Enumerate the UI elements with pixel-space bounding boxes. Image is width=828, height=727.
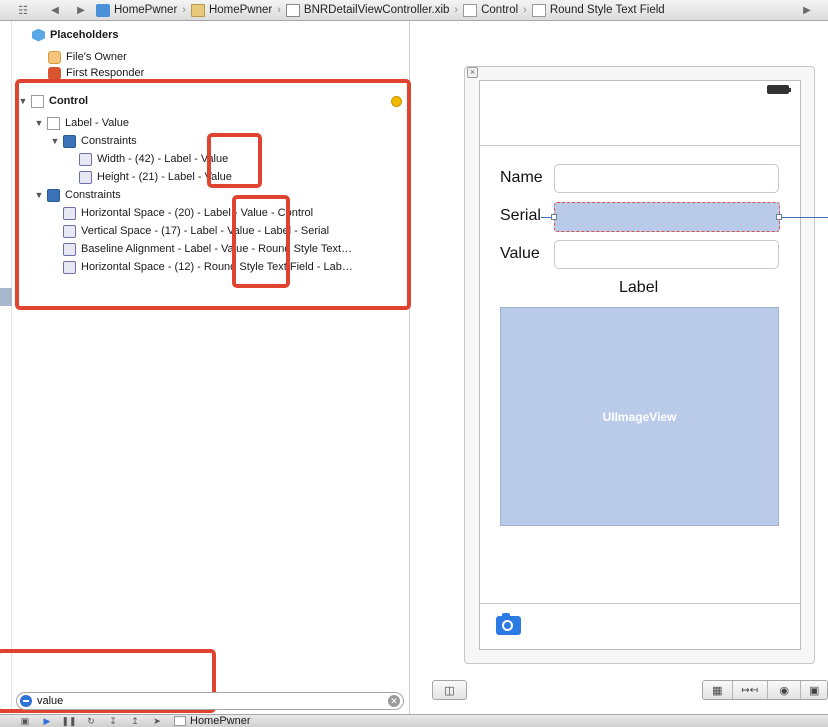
back-arrow-icon[interactable]: ◀ (48, 5, 62, 16)
battery-icon (767, 85, 791, 94)
sidebar-toggle-icon: ◫ (444, 684, 455, 697)
view-icon (531, 3, 546, 17)
image-view-label: UIImageView (602, 409, 677, 424)
name-label[interactable]: Name (500, 169, 543, 187)
toolbar-divider (480, 603, 800, 604)
outline-filter: ✕ (16, 692, 404, 710)
outline-item-first-responder[interactable]: First Responder (48, 67, 144, 79)
gutter-selection-marker (0, 288, 12, 306)
outline-item-files-owner[interactable]: File's Owner (48, 49, 127, 65)
date-label[interactable]: Label (619, 279, 658, 297)
filter-scope-icon[interactable] (20, 695, 32, 707)
view-icon (463, 3, 478, 17)
target-icon (174, 716, 186, 726)
breadcrumb-text-field[interactable]: Round Style Text Field (531, 3, 665, 17)
outline-toggle-button[interactable]: ◫ (432, 680, 467, 700)
camera-icon[interactable] (496, 613, 521, 635)
serial-label[interactable]: Serial (500, 207, 541, 225)
name-text-field[interactable] (554, 164, 779, 193)
callout-control-outline (15, 79, 411, 310)
value-text-field[interactable] (554, 240, 779, 269)
close-icon[interactable]: × (467, 67, 478, 78)
resizing-icon[interactable]: ▣ (801, 681, 827, 699)
jump-bar: ☷ ◀ ▶ HomePwner › HomePwner › BNRDetailV… (0, 0, 828, 21)
debug-bar: ▣ ▶ ❚❚ ↻ ↧ ↥ ➤ HomePwner (0, 714, 828, 727)
breadcrumb-project[interactable]: HomePwner (96, 3, 177, 17)
location-icon[interactable]: ➤ (146, 716, 168, 727)
xib-file-icon (285, 3, 300, 17)
chevron-right-icon: › (277, 4, 281, 16)
filter-input[interactable] (37, 695, 377, 707)
step-out-icon[interactable]: ↥ (124, 716, 146, 727)
step-over-icon[interactable]: ↻ (80, 716, 102, 727)
breakpoints-icon[interactable]: ▶ (36, 716, 58, 727)
chevron-right-icon: › (182, 4, 186, 16)
resolve-icon[interactable]: ◉ (768, 681, 802, 699)
resize-handle-left[interactable] (551, 214, 557, 220)
navigation-bar-divider (480, 145, 800, 146)
callout-value-constraints (232, 195, 290, 288)
chevron-right-icon: › (523, 4, 527, 16)
autolayout-controls: ▦ ↦↤ ◉ ▣ (702, 680, 828, 700)
outline-gutter (0, 21, 12, 714)
files-owner-icon (48, 50, 61, 64)
outline-item-placeholders[interactable]: Placeholders (32, 27, 118, 43)
align-icon[interactable]: ▦ (703, 681, 733, 699)
pin-icon[interactable]: ↦↤ (733, 681, 768, 699)
first-responder-icon (48, 67, 61, 79)
breadcrumb-folder[interactable]: HomePwner (190, 3, 272, 17)
pause-icon[interactable]: ❚❚ (58, 716, 80, 727)
folder-icon (190, 3, 205, 17)
hide-debug-area-icon[interactable]: ▣ (14, 716, 36, 727)
serial-text-field[interactable] (554, 202, 780, 232)
related-items-icon[interactable]: ☷ (16, 4, 30, 17)
chevron-right-icon: › (454, 4, 459, 16)
callout-value-inner (207, 133, 262, 188)
clear-icon[interactable]: ✕ (388, 695, 400, 707)
forward-arrow-icon[interactable]: ▶ (74, 5, 88, 16)
cube-icon (32, 28, 45, 42)
debug-target-label[interactable]: HomePwner (190, 715, 251, 727)
breadcrumb-xib[interactable]: BNRDetailViewController.xib (285, 3, 449, 17)
issue-next-icon[interactable]: ▶ (800, 5, 814, 16)
step-into-icon[interactable]: ↧ (102, 716, 124, 727)
value-label[interactable]: Value (500, 245, 540, 263)
breadcrumb-control[interactable]: Control (463, 3, 518, 17)
image-view[interactable]: UIImageView (500, 307, 779, 526)
constraint-guide (782, 217, 828, 218)
project-icon (96, 3, 110, 17)
